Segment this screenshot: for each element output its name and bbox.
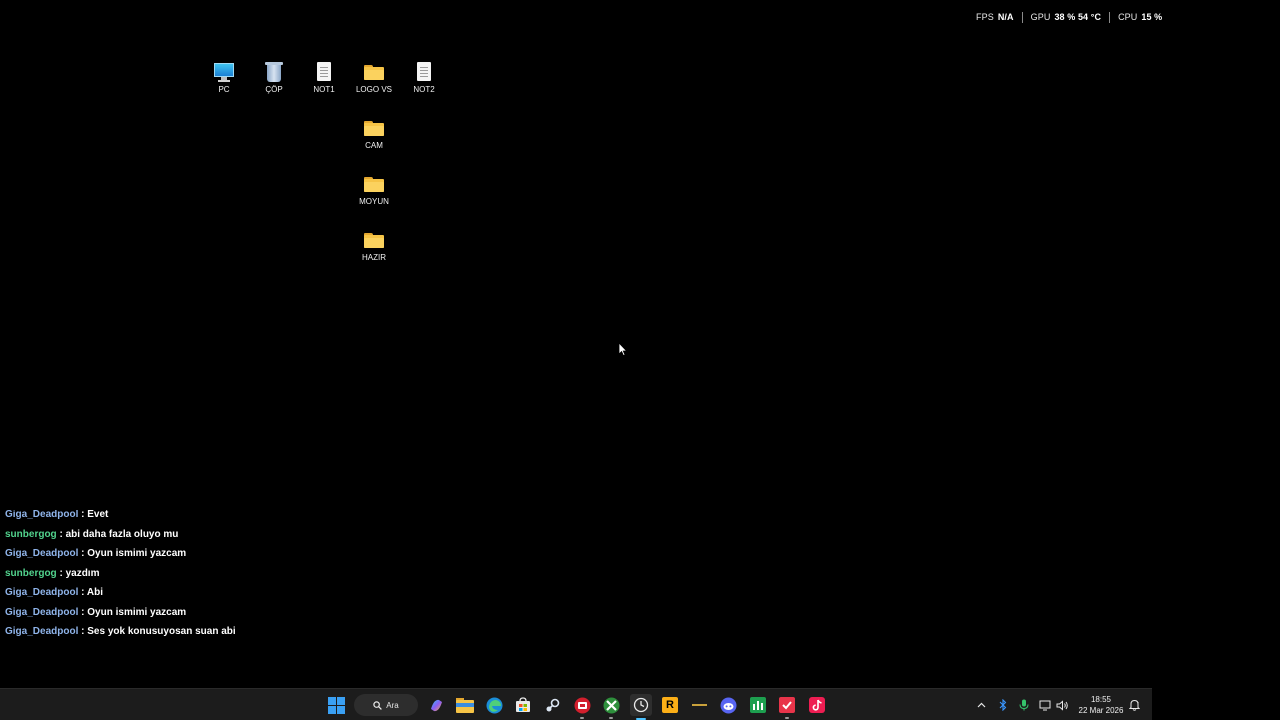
desktop-icon-not1[interactable]: NOT1: [299, 61, 349, 94]
chat-username: Giga_Deadpool: [5, 606, 79, 618]
microsoft-store-icon[interactable]: [513, 695, 533, 715]
desktop-icon-label: CAM: [365, 141, 383, 150]
desktop-icon-label: HAZIR: [362, 253, 386, 262]
folder-icon: [363, 61, 385, 83]
performance-overlay: FPS N/A GPU 38 % 54 °C CPU 15 %: [976, 10, 1162, 24]
chat-message: sunbergog : abi daha fazla oluyo mu: [5, 525, 236, 545]
pc-monitor-icon: [213, 61, 235, 83]
chat-message: Giga_Deadpool : Oyun ismimi yazcam: [5, 603, 236, 623]
text-file-icon: [313, 61, 335, 83]
chat-message: sunbergog : yazdım: [5, 564, 236, 584]
chat-text: Oyun ismimi yazcam: [87, 548, 187, 559]
microphone-icon[interactable]: [1016, 695, 1032, 715]
clock-app-icon[interactable]: [630, 694, 652, 720]
stream-chat-overlay: Giga_Deadpool : Evet sunbergog : abi dah…: [5, 510, 405, 645]
green-chart-app-icon[interactable]: [748, 695, 768, 715]
taskbar-search[interactable]: Ara: [354, 694, 418, 716]
fps-label: FPS: [976, 12, 994, 22]
text-file-icon: [413, 61, 435, 83]
chat-text: Abi: [86, 587, 104, 598]
desktop-icon-label: PC: [218, 85, 230, 94]
desktop-icon-label: NOT1: [313, 85, 335, 94]
desktop-icon-label: MOYUN: [359, 197, 389, 206]
xbox-icon[interactable]: [601, 695, 621, 719]
desktop-icon-label: NOT2: [413, 85, 435, 94]
network-icon[interactable]: [1037, 695, 1053, 715]
windows-logo-icon: [327, 696, 345, 714]
chat-text: Ses yok konusuyosan suan abi: [87, 626, 236, 637]
chat-username: Giga_Deadpool: [5, 510, 79, 520]
desktop-icon-moyun[interactable]: MOYUN: [349, 173, 399, 206]
copilot-icon[interactable]: [426, 695, 446, 715]
desktop-icon-pc[interactable]: PC: [199, 61, 249, 94]
chat-text: Evet: [87, 510, 109, 520]
search-label: Ara: [386, 700, 399, 710]
desktop-icon-hazir[interactable]: HAZIR: [349, 229, 399, 262]
divider: [1109, 11, 1111, 23]
folder-icon: [363, 229, 385, 251]
tiktok-icon[interactable]: [807, 695, 827, 715]
divider: [1021, 11, 1023, 23]
chat-text: Oyun ismimi yazcam: [87, 606, 187, 618]
desktop-icon-logo-vs[interactable]: LOGO VS: [349, 61, 399, 94]
chat-username: Giga_Deadpool: [5, 626, 79, 637]
chat-message: Giga_Deadpool : Abi: [5, 583, 236, 603]
edge-browser-icon[interactable]: [484, 695, 504, 715]
chat-message: Giga_Deadpool : Oyun ismimi yazcam: [5, 544, 236, 564]
chat-username: Giga_Deadpool: [5, 587, 79, 598]
chat-username: sunbergog: [5, 528, 57, 540]
chat-text: yazdım: [65, 567, 100, 579]
folder-icon: [363, 117, 385, 139]
red-game-app-icon[interactable]: [572, 695, 592, 719]
volume-icon[interactable]: [1054, 695, 1070, 715]
start-button[interactable]: [326, 695, 346, 715]
mouse-cursor-icon: [618, 342, 628, 357]
clock-date: 22 Mar 2026: [1078, 706, 1124, 715]
desktop-icon-label: ÇÖP: [265, 85, 283, 94]
chat-text: abi daha fazla oluyo mu: [65, 528, 179, 540]
chat-message: Giga_Deadpool : Ses yok konusuyosan suan…: [5, 622, 236, 642]
chat-message: Giga_Deadpool : Evet: [5, 510, 236, 525]
taskbar-clock[interactable]: 18:55 22 Mar 2026: [1072, 694, 1130, 716]
show-hidden-icons-chevron-icon[interactable]: [973, 695, 989, 715]
gpu-label: GPU: [1030, 12, 1051, 22]
taskbar: Ara R 18:55 22 Mar 2026: [0, 688, 1152, 720]
discord-icon[interactable]: [718, 695, 738, 715]
fps-value: N/A: [997, 12, 1014, 22]
clock-time: 18:55: [1090, 695, 1112, 704]
chat-username: sunbergog: [5, 567, 57, 579]
gpu-value: 38 % 54 °C: [1054, 12, 1102, 22]
cpu-label: CPU: [1118, 12, 1138, 22]
desktop-icon-label: LOGO VS: [355, 85, 392, 94]
desktop-icon-cam[interactable]: CAM: [349, 117, 399, 150]
dash-app-icon[interactable]: [689, 695, 709, 715]
cpu-value: 15 %: [1141, 12, 1163, 22]
bluetooth-icon[interactable]: [995, 695, 1011, 715]
red-check-app-icon[interactable]: [777, 695, 797, 719]
folder-icon: [363, 173, 385, 195]
file-explorer-icon[interactable]: [455, 695, 475, 715]
desktop-icon-recycle-bin[interactable]: ÇÖP: [249, 61, 299, 94]
notifications-bell-icon[interactable]: [1126, 695, 1142, 715]
chat-username: Giga_Deadpool: [5, 548, 79, 559]
desktop-icon-not2[interactable]: NOT2: [399, 61, 449, 94]
rockstar-launcher-icon[interactable]: R: [660, 695, 680, 715]
recycle-bin-icon: [263, 61, 285, 83]
steam-icon[interactable]: [542, 695, 562, 715]
search-icon: [373, 700, 383, 710]
